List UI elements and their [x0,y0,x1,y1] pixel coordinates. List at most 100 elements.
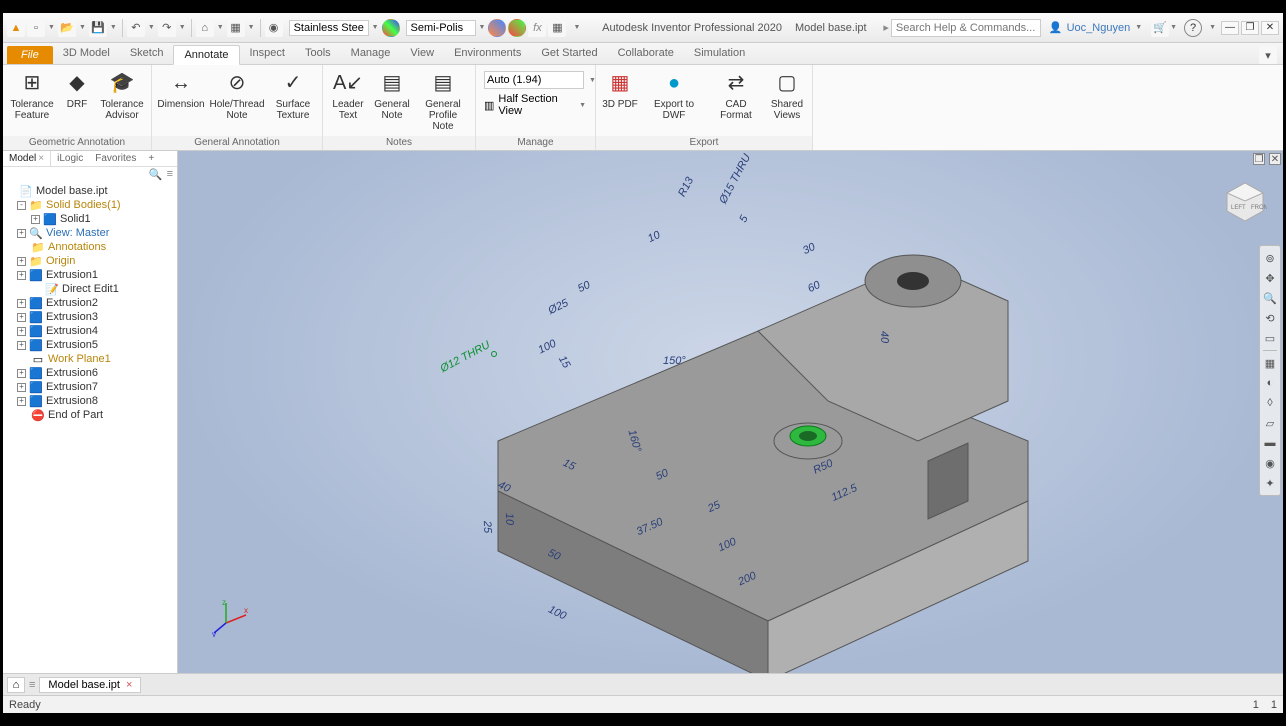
ortho-icon[interactable]: ▱ [1262,415,1278,431]
pan-icon[interactable]: ✥ [1262,270,1278,286]
fx-icon[interactable]: fx [528,19,546,37]
ribbon-tab-inspect[interactable]: Inspect [240,44,295,64]
viewport-canvas[interactable]: Ø12 THRU R13 Ø15 THRU 5 10 30 60 40 50 Ø… [178,151,1283,673]
new-file-dropdown[interactable]: ▼ [47,24,56,31]
tree-item-solid-bodies-1-[interactable]: -📁Solid Bodies(1) [3,198,177,212]
ribbon-collapse-icon[interactable]: ▾ [1259,46,1277,64]
tolerance-feature-button[interactable]: ⊞Tolerance Feature [7,67,57,123]
ribbon-tab-environments[interactable]: Environments [444,44,531,64]
tree-toggle-icon[interactable]: + [17,229,26,238]
help-dropdown[interactable]: ▼ [1208,24,1217,31]
ribbon-tab-sketch[interactable]: Sketch [120,44,174,64]
orbit-icon[interactable]: ⟲ [1262,310,1278,326]
ribbon-tab-collaborate[interactable]: Collaborate [608,44,684,64]
redo-icon[interactable]: ↷ [158,19,176,37]
file-tab[interactable]: File [7,46,53,64]
browser-search-icon[interactable]: 🔍 [149,168,163,181]
general-note-button[interactable]: ▤General Note [371,67,413,123]
tree-toggle-icon[interactable]: + [17,271,26,280]
browser-menu-icon[interactable]: ≡ [167,168,173,181]
tree-item-extrusion7[interactable]: +🟦Extrusion7 [3,380,177,394]
tree-toggle-icon[interactable]: + [31,215,40,224]
undo-icon[interactable]: ↶ [127,19,145,37]
open-file-icon[interactable]: 📂 [58,19,76,37]
tree-item-model-base-ipt[interactable]: 📄Model base.ipt [3,184,177,198]
vp-close-icon[interactable]: ✕ [1269,153,1281,165]
appearance-icon[interactable] [382,19,400,37]
user-dropdown[interactable]: ▼ [1134,24,1143,31]
clear-override-icon[interactable] [508,19,526,37]
tree-item-origin[interactable]: +📁Origin [3,254,177,268]
section-dropdown[interactable]: ▼ [578,102,587,109]
open-file-dropdown[interactable]: ▼ [78,24,87,31]
tree-toggle-icon[interactable]: + [17,299,26,308]
browser-tab-add[interactable]: + [142,151,160,166]
home-icon[interactable]: ⌂ [196,19,214,37]
more-icon[interactable]: ▦ [548,19,566,37]
browser-tab-ilogic[interactable]: iLogic [51,151,89,166]
tree-item-annotations[interactable]: 📁Annotations [3,240,177,254]
shadows-icon[interactable]: ◐ [1262,375,1278,391]
tree-item-extrusion3[interactable]: +🟦Extrusion3 [3,310,177,324]
select-icon[interactable]: ▦ [227,19,245,37]
tree-item-extrusion8[interactable]: +🟦Extrusion8 [3,394,177,408]
user-account[interactable]: 👤 Uoc_Nguyen ▼ [1049,21,1143,34]
texture-icon[interactable]: ◉ [1262,455,1278,471]
cart-dropdown[interactable]: ▼ [1169,24,1178,31]
doc-tab-menu-icon[interactable]: ≡ [29,679,35,691]
tree-item-view-master[interactable]: +🔍View: Master [3,226,177,240]
minimize-button[interactable]: — [1221,21,1239,35]
doc-tab-modelbase[interactable]: Model base.ipt × [39,677,141,693]
doc-home-icon[interactable]: ⌂ [7,677,25,693]
zoom-icon[interactable]: 🔍 [1262,290,1278,306]
tree-toggle-icon[interactable]: + [17,327,26,336]
vp-restore-icon[interactable]: ❐ [1253,153,1265,165]
ribbon-tab-manage[interactable]: Manage [341,44,401,64]
inventor-icon[interactable]: ▲ [7,19,25,37]
material-dropdown[interactable]: ▼ [371,24,380,31]
cart-icon[interactable]: 🛒 [1151,19,1169,37]
tree-item-extrusion2[interactable]: +🟦Extrusion2 [3,296,177,310]
tree-item-work-plane1[interactable]: ▭Work Plane1 [3,352,177,366]
help-icon[interactable]: ? [1184,19,1202,37]
browser-tab-model[interactable]: Model× [3,151,51,166]
ribbon-tab-view[interactable]: View [400,44,444,64]
shared-views-button[interactable]: ▢Shared Views [766,67,808,123]
surface-texture-button[interactable]: ✓Surface Texture [268,67,318,123]
tree-toggle-icon[interactable]: + [17,341,26,350]
home-dropdown[interactable]: ▼ [216,24,225,31]
tree-toggle-icon[interactable]: + [17,369,26,378]
appearance-dropdown[interactable]: ▼ [478,24,487,31]
ribbon-tab-annotate[interactable]: Annotate [173,45,239,65]
3d-pdf-button[interactable]: ▦3D PDF [600,67,640,112]
ribbon-tab-tools[interactable]: Tools [295,44,341,64]
viewcube[interactable]: FRONT LEFT [1223,179,1267,223]
tree-toggle-icon[interactable]: - [17,201,26,210]
tree-item-extrusion5[interactable]: +🟦Extrusion5 [3,338,177,352]
undo-dropdown[interactable]: ▼ [147,24,156,31]
tree-item-extrusion1[interactable]: +🟦Extrusion1 [3,268,177,282]
tree-item-direct-edit1[interactable]: 📝Direct Edit1 [3,282,177,296]
tree-toggle-icon[interactable]: + [17,257,26,266]
tree-toggle-icon[interactable]: + [17,313,26,322]
tree-item-extrusion6[interactable]: +🟦Extrusion6 [3,366,177,380]
material-icon[interactable]: ◉ [265,19,283,37]
tree-item-end-of-part[interactable]: ⛔End of Part [3,408,177,422]
tree-toggle-icon[interactable]: + [17,397,26,406]
dimension-button[interactable]: ↔Dimension [156,67,206,112]
new-file-icon[interactable]: ▫ [27,19,45,37]
close-button[interactable]: ✕ [1261,21,1279,35]
hole-thread-note-button[interactable]: ⊘Hole/Thread Note [208,67,266,123]
reflections-icon[interactable]: ◊ [1262,395,1278,411]
tree-item-solid1[interactable]: +🟦Solid1 [3,212,177,226]
save-dropdown[interactable]: ▼ [109,24,118,31]
browser-tab-close-icon[interactable]: × [38,153,44,164]
ground-plane-icon[interactable]: ▬ [1262,435,1278,451]
select-dropdown[interactable]: ▼ [247,24,256,31]
doc-tab-close-icon[interactable]: × [126,679,132,691]
visual-style-icon[interactable]: ▦ [1262,355,1278,371]
search-input[interactable] [891,19,1041,37]
appearance-combo[interactable] [406,20,476,36]
qat-customize-dropdown[interactable]: ▼ [572,24,581,31]
ribbon-tab-get-started[interactable]: Get Started [531,44,607,64]
